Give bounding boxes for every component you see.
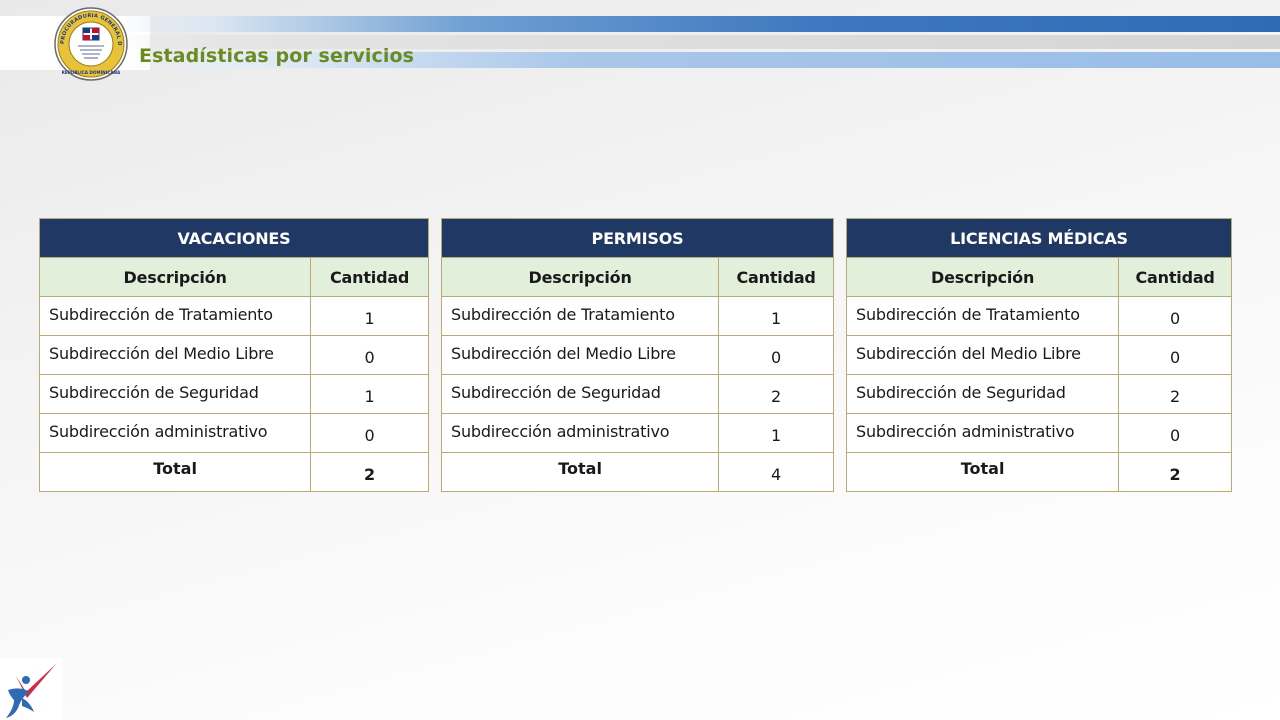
table-row: Subdirección administrativo 0 — [38, 413, 429, 453]
total-value: 2 — [1118, 452, 1232, 492]
total-row: Total 4 — [440, 452, 834, 492]
column-header-quantity: Cantidad — [1118, 257, 1232, 297]
runner-logo-icon — [0, 658, 62, 720]
total-value: 2 — [310, 452, 429, 492]
table-title: LICENCIAS MÉDICAS — [846, 218, 1232, 258]
total-label: Total — [845, 452, 1120, 492]
row-quantity: 0 — [310, 413, 429, 453]
row-description: Subdirección administrativo — [38, 413, 312, 453]
row-quantity: 2 — [718, 374, 834, 414]
row-quantity: 0 — [1118, 335, 1232, 375]
total-label: Total — [38, 452, 312, 492]
table-row: Subdirección del Medio Libre 0 — [845, 335, 1232, 375]
row-description: Subdirección del Medio Libre — [38, 335, 312, 375]
institutional-seal-icon: PROCURADURIA GENERAL DE LA REPUBLICA REP… — [50, 2, 130, 82]
row-description: Subdirección del Medio Libre — [440, 335, 720, 375]
row-description: Subdirección del Medio Libre — [845, 335, 1120, 375]
row-description: Subdirección de Seguridad — [440, 374, 720, 414]
table-row: Subdirección administrativo 1 — [440, 413, 834, 453]
row-description: Subdirección administrativo — [845, 413, 1120, 453]
table-permisos: PERMISOS Descripción Cantidad Subdirecci… — [440, 218, 834, 492]
column-header-quantity: Cantidad — [310, 257, 429, 297]
table-row: Subdirección de Seguridad 2 — [440, 374, 834, 414]
total-label: Total — [440, 452, 720, 492]
row-description: Subdirección de Tratamiento — [38, 296, 312, 336]
table-row: Subdirección administrativo 0 — [845, 413, 1232, 453]
table-row: Subdirección del Medio Libre 0 — [38, 335, 429, 375]
row-description: Subdirección de Tratamiento — [845, 296, 1120, 336]
table-title: PERMISOS — [441, 218, 834, 258]
total-value: 4 — [718, 452, 834, 492]
row-quantity: 1 — [718, 413, 834, 453]
page-title: Estadísticas por servicios — [139, 45, 415, 67]
row-description: Subdirección de Seguridad — [38, 374, 312, 414]
total-row: Total 2 — [38, 452, 429, 492]
header-bar-blue — [120, 16, 1280, 32]
table-row: Subdirección de Tratamiento 0 — [845, 296, 1232, 336]
row-quantity: 0 — [1118, 413, 1232, 453]
row-quantity: 1 — [310, 296, 429, 336]
table-row: Subdirección del Medio Libre 0 — [440, 335, 834, 375]
row-description: Subdirección administrativo — [440, 413, 720, 453]
row-quantity: 1 — [718, 296, 834, 336]
row-quantity: 0 — [1118, 296, 1232, 336]
row-quantity: 1 — [310, 374, 429, 414]
row-quantity: 0 — [718, 335, 834, 375]
row-description: Subdirección de Tratamiento — [440, 296, 720, 336]
column-header-quantity: Cantidad — [718, 257, 834, 297]
table-title: VACACIONES — [39, 218, 429, 258]
table-row: Subdirección de Seguridad 2 — [845, 374, 1232, 414]
row-description: Subdirección de Seguridad — [845, 374, 1120, 414]
column-header-description: Descripción — [845, 257, 1120, 297]
table-vacaciones: VACACIONES Descripción Cantidad Subdirec… — [38, 218, 429, 492]
table-row: Subdirección de Tratamiento 1 — [440, 296, 834, 336]
table-row: Subdirección de Tratamiento 1 — [38, 296, 429, 336]
row-quantity: 2 — [1118, 374, 1232, 414]
table-row: Subdirección de Seguridad 1 — [38, 374, 429, 414]
column-header-description: Descripción — [440, 257, 720, 297]
svg-text:REPUBLICA DOMINICANA: REPUBLICA DOMINICANA — [62, 70, 121, 75]
row-quantity: 0 — [310, 335, 429, 375]
column-header-description: Descripción — [38, 257, 312, 297]
total-row: Total 2 — [845, 452, 1232, 492]
table-licencias-medicas: LICENCIAS MÉDICAS Descripción Cantidad S… — [845, 218, 1232, 492]
